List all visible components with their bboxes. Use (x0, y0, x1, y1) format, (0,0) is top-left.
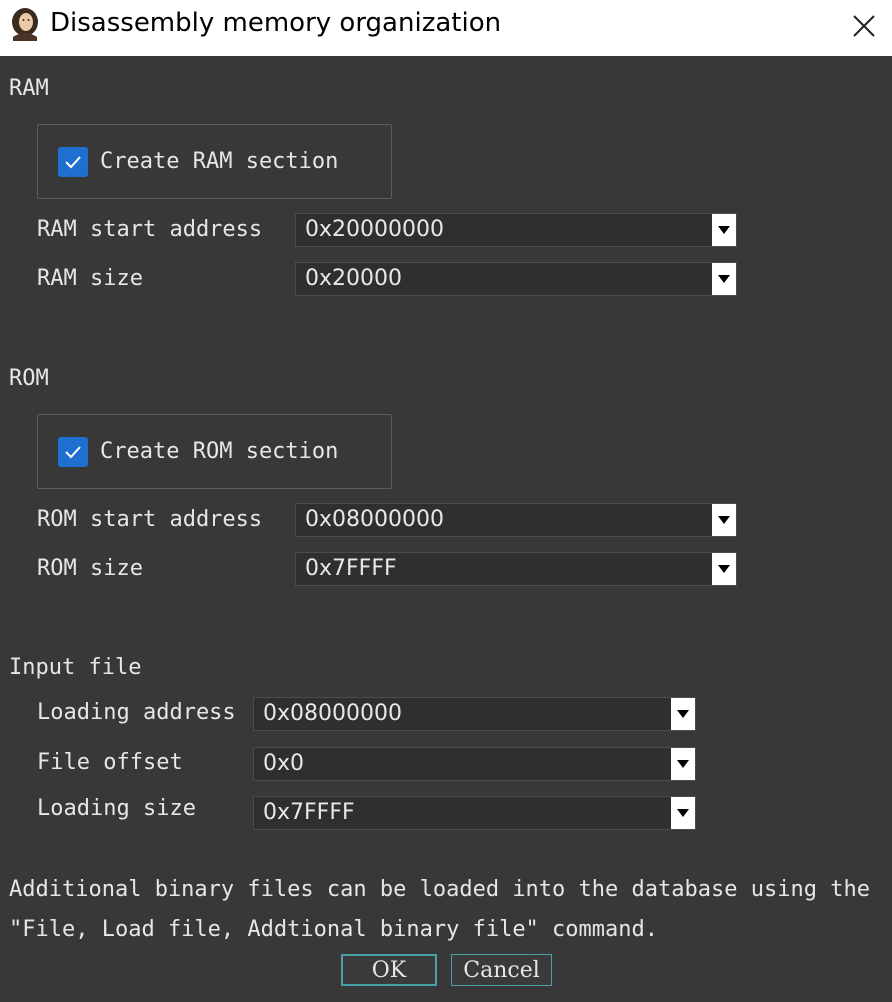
dropdown-arrow-icon[interactable] (671, 748, 695, 780)
ram-size-combo[interactable]: 0x20000 (295, 262, 737, 296)
checkmark-icon (65, 156, 81, 169)
dropdown-arrow-icon[interactable] (712, 263, 736, 295)
cancel-button[interactable]: Cancel (451, 954, 552, 986)
ram-group-label: RAM (9, 76, 49, 101)
rom-start-address-combo[interactable]: 0x08000000 (295, 503, 737, 537)
create-rom-checkbox[interactable] (58, 437, 88, 467)
dropdown-arrow-icon[interactable] (671, 797, 695, 829)
ok-button-label: OK (371, 957, 407, 983)
create-ram-label[interactable]: Create RAM section (100, 149, 338, 174)
info-text: Additional binary files can be loaded in… (9, 870, 889, 950)
loading-size-label: Loading size (37, 796, 196, 821)
ok-button[interactable]: OK (341, 954, 437, 986)
ram-start-address-combo[interactable]: 0x20000000 (295, 213, 737, 247)
dropdown-arrow-icon[interactable] (671, 698, 695, 730)
file-offset-value: 0x0 (263, 751, 305, 776)
info-line-2: "File, Load file, Addtional binary file"… (9, 917, 659, 942)
ram-section-box: Create RAM section (37, 124, 392, 199)
file-offset-label: File offset (37, 750, 183, 775)
file-offset-combo[interactable]: 0x0 (253, 747, 696, 781)
ram-start-address-label: RAM start address (37, 217, 263, 242)
dropdown-arrow-icon[interactable] (712, 553, 736, 585)
loading-address-combo[interactable]: 0x08000000 (253, 697, 696, 731)
title-bar: Disassembly memory organization (0, 0, 892, 56)
ram-start-address-value: 0x20000000 (305, 217, 444, 242)
info-line-1: Additional binary files can be loaded in… (9, 877, 870, 902)
rom-size-value: 0x7FFFF (305, 556, 397, 581)
close-button[interactable] (844, 6, 884, 46)
loading-address-label: Loading address (37, 700, 236, 725)
ram-size-label: RAM size (37, 266, 143, 291)
checkmark-icon (65, 446, 81, 459)
rom-start-address-label: ROM start address (37, 507, 263, 532)
dropdown-arrow-icon[interactable] (712, 504, 736, 536)
rom-size-combo[interactable]: 0x7FFFF (295, 552, 737, 586)
rom-size-label: ROM size (37, 556, 143, 581)
cancel-button-label: Cancel (463, 957, 540, 983)
rom-section-box: Create ROM section (37, 414, 392, 489)
rom-group-label: ROM (9, 366, 49, 391)
window-title: Disassembly memory organization (50, 8, 502, 38)
create-rom-label[interactable]: Create ROM section (100, 439, 338, 464)
close-icon (853, 15, 875, 37)
portrait-icon (8, 7, 42, 41)
loading-address-value: 0x08000000 (263, 701, 402, 726)
dropdown-arrow-icon[interactable] (712, 214, 736, 246)
loading-size-value: 0x7FFFF (263, 800, 355, 825)
ram-size-value: 0x20000 (305, 266, 403, 291)
loading-size-combo[interactable]: 0x7FFFF (253, 796, 696, 830)
input-file-group-label: Input file (9, 655, 142, 680)
rom-start-address-value: 0x08000000 (305, 507, 444, 532)
create-ram-checkbox[interactable] (58, 147, 88, 177)
